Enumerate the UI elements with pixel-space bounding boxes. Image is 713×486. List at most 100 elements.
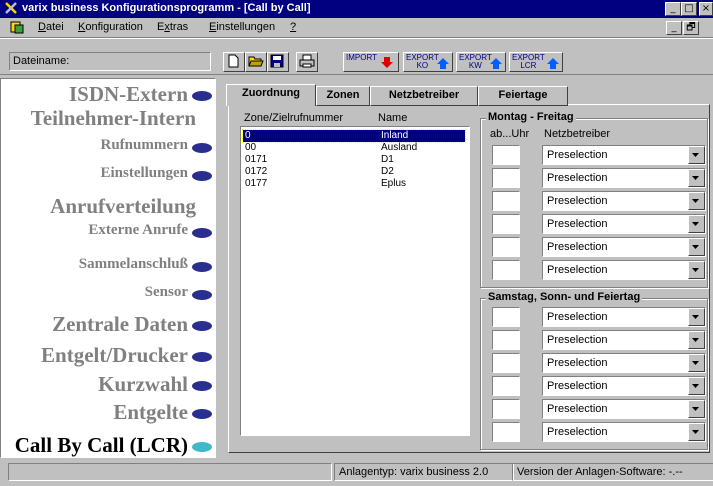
import-label: IMPORT [346, 53, 377, 62]
child-minimize-button[interactable]: _ [666, 21, 682, 35]
nav-oval-button[interactable] [192, 91, 212, 101]
floppy-disk-icon [270, 54, 284, 68]
tab-netzbetreiber[interactable]: Netzbetreiber [370, 86, 478, 106]
tab-label: Feiertage [498, 89, 548, 101]
time-input[interactable] [492, 353, 520, 373]
nav-item-label[interactable]: Rufnummern [0, 137, 188, 154]
time-input[interactable] [492, 399, 520, 419]
time-input[interactable] [492, 307, 520, 327]
print-button[interactable] [296, 52, 318, 72]
provider-select[interactable]: Preselection [542, 145, 706, 165]
nav-item-label[interactable]: Anrufverteilung [0, 194, 196, 219]
dropdown-arrow-icon[interactable] [688, 423, 705, 441]
menu-konfiguration[interactable]: Konfiguration [78, 21, 143, 33]
menu-einstellungen[interactable]: Einstellungen [209, 21, 275, 33]
nav-oval-button[interactable] [192, 262, 212, 272]
zone-list-row[interactable]: 00 Ausland [243, 142, 465, 154]
dropdown-arrow-icon[interactable] [688, 146, 705, 164]
nav-item-label[interactable]: Call By Call (LCR) [0, 433, 188, 458]
child-restore-button[interactable]: 🗗 [683, 21, 699, 35]
provider-select[interactable]: Preselection [542, 260, 706, 280]
menu-extras[interactable]: Extras [157, 21, 188, 33]
tab-zuordnung[interactable]: Zuordnung [226, 84, 316, 106]
nav-item-label[interactable]: Entgelt/Drucker [0, 343, 188, 368]
provider-select[interactable]: Preselection [542, 376, 706, 396]
nav-oval-button[interactable] [192, 409, 212, 419]
time-input[interactable] [492, 168, 520, 188]
nav-item-label[interactable]: Teilnehmer-Intern [0, 106, 196, 131]
nav-item-label[interactable]: ISDN-Extern [0, 82, 188, 107]
open-button[interactable] [245, 52, 267, 72]
nav-item-label[interactable]: Externe Anrufe [0, 222, 188, 239]
menu-datei[interactable]: Datei [38, 21, 64, 33]
provider-select[interactable]: Preselection [542, 168, 706, 188]
nav-item-label[interactable]: Zentrale Daten [0, 312, 188, 337]
zone-list-row[interactable]: 0 Inland [242, 129, 466, 143]
dropdown-arrow-icon[interactable] [688, 377, 705, 395]
dropdown-arrow-icon[interactable] [688, 308, 705, 326]
save-button[interactable] [267, 52, 289, 72]
nav-oval-button[interactable] [192, 171, 212, 181]
provider-select[interactable]: Preselection [542, 307, 706, 327]
time-input[interactable] [492, 237, 520, 257]
time-input[interactable] [492, 376, 520, 396]
dropdown-arrow-icon[interactable] [688, 169, 705, 187]
provider-select[interactable]: Preselection [542, 330, 706, 350]
time-input[interactable] [492, 422, 520, 442]
import-button[interactable]: IMPORT [343, 52, 399, 72]
close-button[interactable]: × [699, 2, 713, 16]
nav-oval-button[interactable] [192, 228, 212, 238]
dropdown-arrow-icon[interactable] [688, 192, 705, 210]
zone-list-row[interactable]: 0172 D2 [243, 166, 465, 178]
nav-item-label[interactable]: Kurzwahl [0, 372, 188, 397]
zone-list-row[interactable]: 0177 Eplus [243, 178, 465, 190]
nav-oval-button[interactable] [192, 143, 212, 153]
zone-list-row[interactable]: 0171 D1 [243, 154, 465, 166]
time-input[interactable] [492, 145, 520, 165]
time-input[interactable] [492, 191, 520, 211]
export-lcr-button[interactable]: EXPORT LCR [509, 52, 563, 72]
weekday-group-title: Montag - Freitag [486, 111, 576, 123]
zone-listbox[interactable]: 0 Inland 00 Ausland 0171 D1 0172 D2 0177 Eplus [240, 126, 470, 436]
menu-help[interactable]: ? [290, 21, 296, 33]
nav-oval-button[interactable] [192, 381, 212, 391]
name-cell: D2 [381, 166, 394, 177]
provider-select[interactable]: Preselection [542, 399, 706, 419]
provider-select[interactable]: Preselection [542, 422, 706, 442]
nav-item-label[interactable]: Sensor [0, 284, 188, 301]
provider-select[interactable]: Preselection [542, 191, 706, 211]
tab-label: Netzbetreiber [388, 89, 460, 101]
minimize-button[interactable]: _ [665, 2, 681, 16]
time-input[interactable] [492, 214, 520, 234]
tab-feiertage[interactable]: Feiertage [478, 86, 568, 106]
open-folder-icon [248, 56, 264, 67]
dropdown-arrow-icon[interactable] [688, 261, 705, 279]
export-arrow-icon [490, 58, 502, 69]
import-arrow-icon [381, 57, 393, 68]
provider-select[interactable]: Preselection [542, 237, 706, 257]
filename-field[interactable]: Dateiname: [9, 52, 211, 71]
time-input[interactable] [492, 260, 520, 280]
nav-oval-button[interactable] [192, 442, 212, 452]
nav-item-label[interactable]: Sammelanschluß [0, 256, 188, 273]
time-input[interactable] [492, 330, 520, 350]
provider-select-value: Preselection [547, 403, 608, 415]
nav-oval-button[interactable] [192, 352, 212, 362]
tab-zonen[interactable]: Zonen [316, 86, 370, 106]
dropdown-arrow-icon[interactable] [688, 354, 705, 372]
provider-select[interactable]: Preselection [542, 353, 706, 373]
tab-label: Zuordnung [241, 87, 301, 99]
nav-oval-button[interactable] [192, 290, 212, 300]
dropdown-arrow-icon[interactable] [688, 331, 705, 349]
nav-oval-button[interactable] [192, 321, 212, 331]
dropdown-arrow-icon[interactable] [688, 238, 705, 256]
dropdown-arrow-icon[interactable] [688, 400, 705, 418]
new-button[interactable] [223, 52, 245, 72]
dropdown-arrow-icon[interactable] [688, 215, 705, 233]
nav-item-label[interactable]: Entgelte [0, 400, 188, 425]
export-ko-button[interactable]: EXPORT KO [403, 52, 453, 72]
nav-item-label[interactable]: Einstellungen [0, 165, 188, 182]
maximize-button[interactable]: □ [681, 2, 697, 16]
provider-select[interactable]: Preselection [542, 214, 706, 234]
export-kw-button[interactable]: EXPORT KW [456, 52, 506, 72]
